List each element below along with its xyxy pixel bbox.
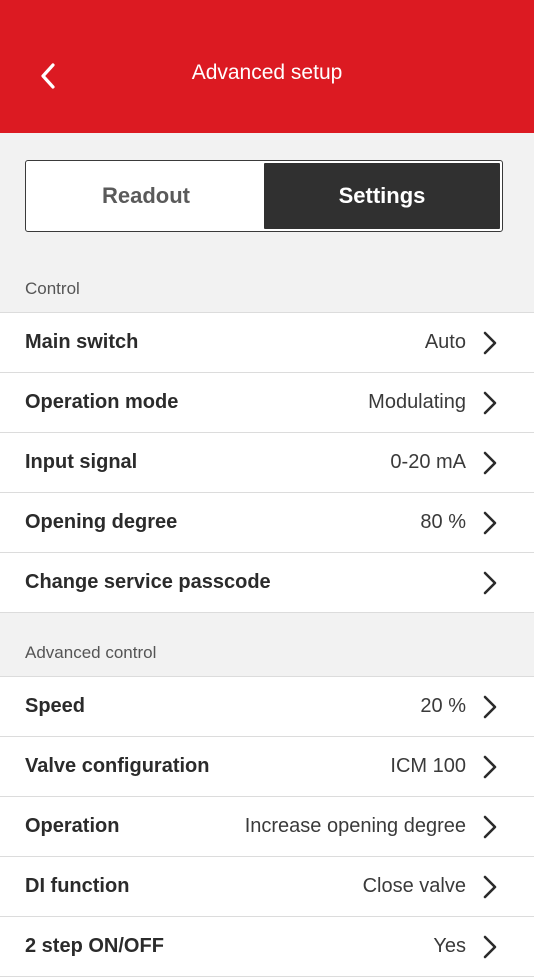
list-item-operation[interactable]: Operation Increase opening degree bbox=[0, 797, 534, 857]
chevron-right-icon bbox=[482, 330, 498, 356]
item-label: Operation mode bbox=[25, 391, 179, 413]
list-item-valve-configuration[interactable]: Valve configuration ICM 100 bbox=[0, 737, 534, 797]
item-label: Main switch bbox=[25, 331, 139, 353]
item-label: Speed bbox=[25, 695, 86, 717]
section-header-advanced-control: Advanced control bbox=[25, 643, 157, 662]
item-label: Operation bbox=[25, 815, 120, 837]
item-label: Opening degree bbox=[25, 511, 178, 533]
chevron-right-icon bbox=[482, 814, 498, 840]
item-label: 2 step ON/OFF bbox=[25, 935, 164, 957]
chevron-right-icon bbox=[482, 754, 498, 780]
list-item-main-switch[interactable]: Main switch Auto bbox=[0, 313, 534, 373]
list-item-operation-mode[interactable]: Operation mode Modulating bbox=[0, 373, 534, 433]
item-value: 20 % bbox=[420, 695, 466, 717]
page-title: Advanced setup bbox=[191, 61, 343, 84]
item-label: Valve configuration bbox=[25, 755, 210, 777]
list-item-change-service-passcode[interactable]: Change service passcode bbox=[0, 553, 534, 613]
tab-readout[interactable]: Readout bbox=[28, 163, 264, 229]
item-value: Modulating bbox=[368, 391, 466, 413]
item-value: Increase opening degree bbox=[244, 815, 466, 837]
item-value: Yes bbox=[433, 935, 466, 957]
chevron-right-icon bbox=[482, 510, 498, 536]
chevron-right-icon bbox=[482, 694, 498, 720]
list-item-2-step-on-off[interactable]: 2 step ON/OFF Yes bbox=[0, 917, 534, 977]
item-label: DI function bbox=[25, 875, 130, 897]
chevron-right-icon bbox=[482, 570, 498, 596]
item-value: Close valve bbox=[362, 875, 466, 897]
chevron-right-icon bbox=[482, 390, 498, 416]
item-label: Change service passcode bbox=[25, 571, 271, 593]
item-value: 0-20 mA bbox=[390, 451, 466, 473]
chevron-right-icon bbox=[482, 874, 498, 900]
item-label: Input signal bbox=[25, 451, 138, 473]
item-value: 80 % bbox=[420, 511, 466, 533]
segmented-control: Readout Settings bbox=[25, 160, 503, 232]
app-header: Advanced setup bbox=[0, 0, 534, 133]
advanced-control-list: Speed 20 % Valve configuration ICM 100 O… bbox=[0, 676, 534, 977]
list-item-speed[interactable]: Speed 20 % bbox=[0, 677, 534, 737]
chevron-right-icon bbox=[482, 450, 498, 476]
list-item-di-function[interactable]: DI function Close valve bbox=[0, 857, 534, 917]
tab-settings[interactable]: Settings bbox=[264, 163, 500, 229]
section-header-control: Control bbox=[25, 279, 80, 298]
control-list: Main switch Auto Operation mode Modulati… bbox=[0, 312, 534, 613]
chevron-right-icon bbox=[482, 934, 498, 960]
list-item-input-signal[interactable]: Input signal 0-20 mA bbox=[0, 433, 534, 493]
list-item-opening-degree[interactable]: Opening degree 80 % bbox=[0, 493, 534, 553]
item-value: ICM 100 bbox=[390, 755, 466, 777]
item-value: Auto bbox=[424, 331, 466, 353]
